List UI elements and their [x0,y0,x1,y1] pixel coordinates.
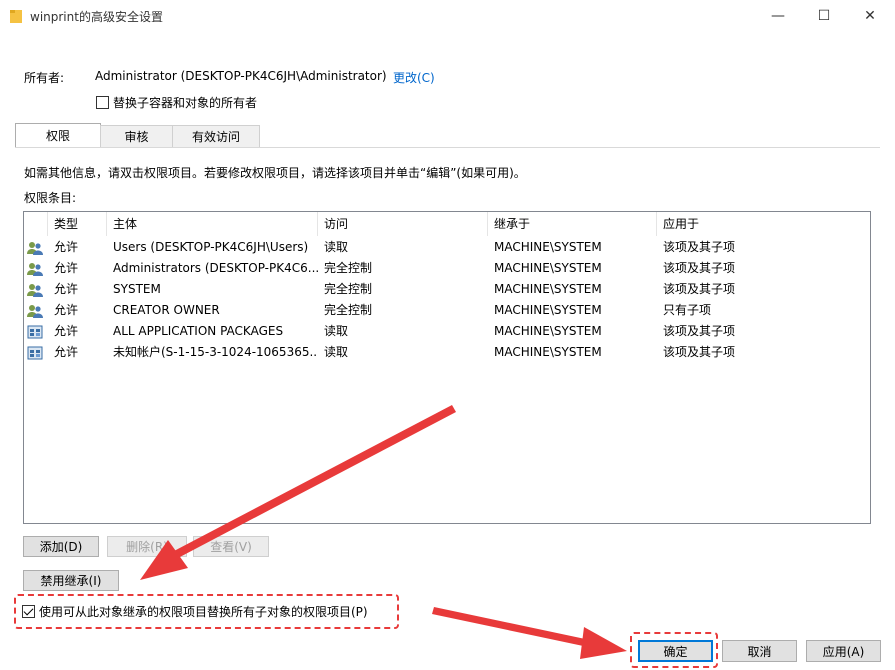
column-header-icon[interactable] [24,212,48,236]
list-header: 类型 主体 访问 继承于 应用于 [24,212,870,236]
change-owner-link[interactable]: 更改(C) [393,69,435,86]
info-text: 如需其他信息，请双击权限项目。若要修改权限项目，请选择该项目并单击“编辑”(如果… [24,166,526,180]
owner-value: Administrator (DESKTOP-PK4C6JH\Administr… [95,69,387,83]
replace-owner-label: 替换子容器和对象的所有者 [113,96,258,110]
package-icon [27,346,43,360]
permission-entries-list[interactable]: 类型 主体 访问 继承于 应用于 允许 Users (DESKTOP-PK4C6… [23,211,871,524]
row-access: 读取 [324,240,349,254]
row-type: 允许 [54,324,79,338]
row-type: 允许 [54,282,79,296]
row-principal: 未知帐户(S-1-15-3-1024-1065365... [113,345,318,359]
annotation-highlight-checkbox [14,594,399,629]
column-header-applies-to[interactable]: 应用于 [657,212,870,236]
row-principal: CREATOR OWNER [113,303,220,317]
tab-effective-access[interactable]: 有效访问 [172,125,260,147]
row-principal: SYSTEM [113,282,161,296]
remove-button[interactable]: 删除(R) [107,536,187,557]
owner-label: 所有者: [24,71,65,85]
window-title: winprint的高级安全设置 [30,10,163,24]
row-inherited-from: MACHINE\SYSTEM [494,345,602,359]
row-access: 读取 [324,345,349,359]
row-access: 完全控制 [324,303,373,317]
tab-strip: 权限 审核 有效访问 [15,123,260,147]
row-applies-to: 该项及其子项 [663,345,736,359]
tab-panel-border [15,147,880,148]
column-header-type[interactable]: 类型 [48,212,107,236]
replace-owner-checkbox[interactable] [96,96,109,109]
disable-inheritance-button[interactable]: 禁用继承(I) [23,570,119,591]
row-type: 允许 [54,261,79,275]
view-button[interactable]: 查看(V) [193,536,269,557]
entries-label: 权限条目: [24,191,77,205]
column-header-access[interactable]: 访问 [318,212,488,236]
row-principal: ALL APPLICATION PACKAGES [113,324,284,338]
table-row[interactable]: 允许 SYSTEM 完全控制 MACHINE\SYSTEM 该项及其子项 [24,279,870,300]
maximize-button[interactable]: ☐ [801,0,847,32]
users-icon [27,242,43,255]
row-type: 允许 [54,345,79,359]
users-icon [27,263,43,276]
row-principal: Administrators (DESKTOP-PK4C6... [113,261,318,275]
users-icon [27,284,43,297]
table-row[interactable]: 允许 Administrators (DESKTOP-PK4C6... 完全控制… [24,258,870,279]
row-principal: Users (DESKTOP-PK4C6JH\Users) [113,240,309,254]
table-row[interactable]: 允许 ALL APPLICATION PACKAGES 读取 MACHINE\S… [24,321,870,342]
row-applies-to: 只有子项 [663,303,712,317]
annotation-highlight-ok [630,632,718,668]
table-row[interactable]: 允许 Users (DESKTOP-PK4C6JH\Users) 读取 MACH… [24,237,870,258]
column-header-principal[interactable]: 主体 [107,212,318,236]
row-inherited-from: MACHINE\SYSTEM [494,282,602,296]
package-icon [27,325,43,339]
apply-button[interactable]: 应用(A) [806,640,881,662]
row-applies-to: 该项及其子项 [663,324,736,338]
minimize-button[interactable]: — [755,0,801,32]
row-applies-to: 该项及其子项 [663,282,736,296]
row-access: 读取 [324,324,349,338]
cancel-button[interactable]: 取消 [722,640,797,662]
title-bar: winprint的高级安全设置 — ☐ ✕ [0,0,895,32]
folder-icon [10,10,22,23]
tab-auditing[interactable]: 审核 [100,125,173,147]
replace-owner-option[interactable]: 替换子容器和对象的所有者 [96,94,257,111]
row-applies-to: 该项及其子项 [663,240,736,254]
row-type: 允许 [54,303,79,317]
arrow-to-ok [432,607,627,659]
row-inherited-from: MACHINE\SYSTEM [494,261,602,275]
close-button[interactable]: ✕ [847,0,893,32]
row-access: 完全控制 [324,261,373,275]
table-row[interactable]: 允许 CREATOR OWNER 完全控制 MACHINE\SYSTEM 只有子… [24,300,870,321]
row-applies-to: 该项及其子项 [663,261,736,275]
users-icon [27,305,43,318]
row-inherited-from: MACHINE\SYSTEM [494,240,602,254]
tab-permissions[interactable]: 权限 [15,123,101,147]
add-button[interactable]: 添加(D) [23,536,99,557]
row-access: 完全控制 [324,282,373,296]
table-row[interactable]: 允许 未知帐户(S-1-15-3-1024-1065365... 读取 MACH… [24,342,870,363]
row-inherited-from: MACHINE\SYSTEM [494,324,602,338]
row-type: 允许 [54,240,79,254]
column-header-inherited-from[interactable]: 继承于 [488,212,657,236]
row-inherited-from: MACHINE\SYSTEM [494,303,602,317]
